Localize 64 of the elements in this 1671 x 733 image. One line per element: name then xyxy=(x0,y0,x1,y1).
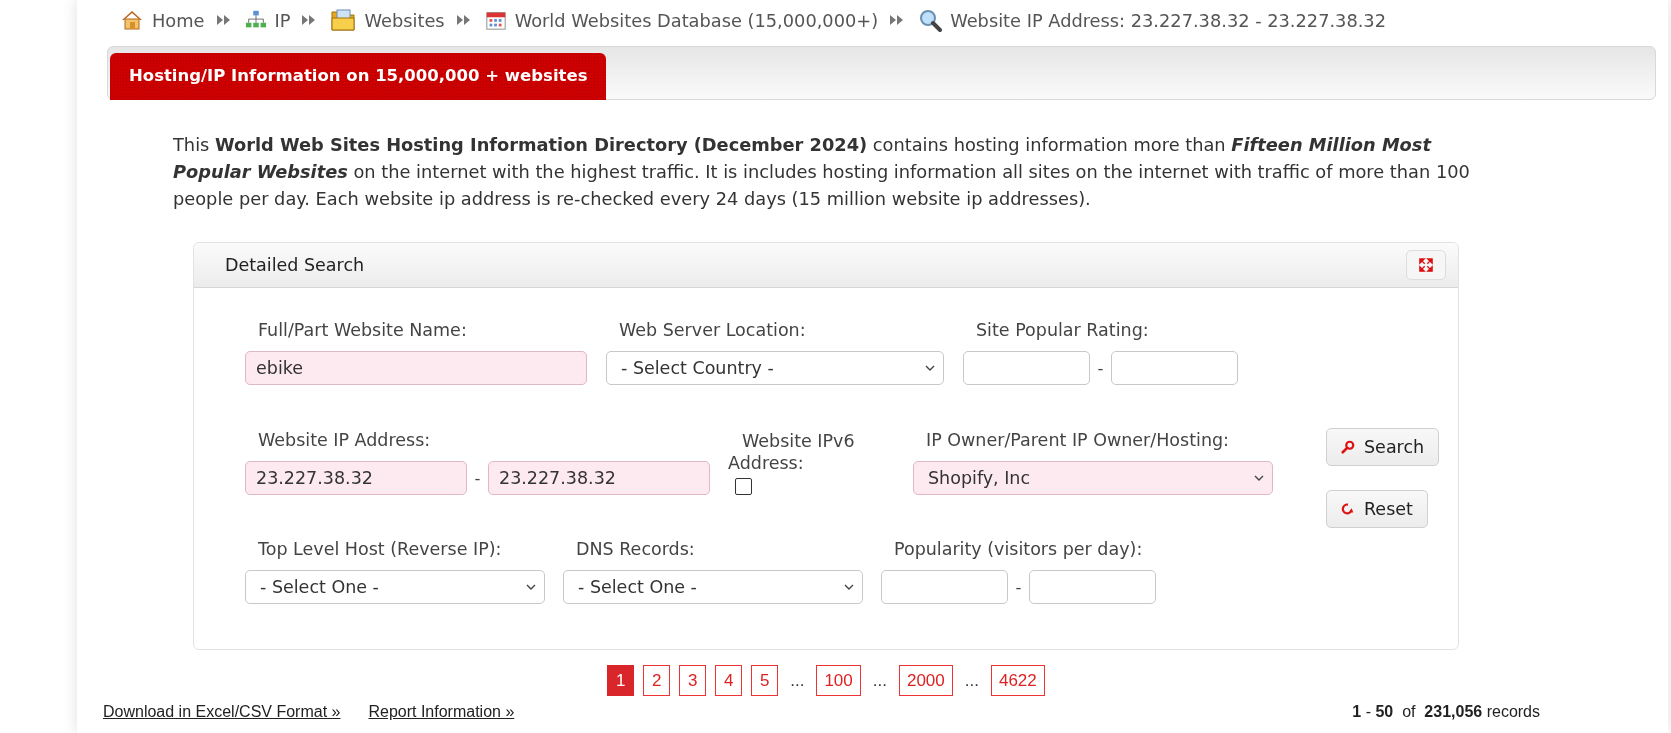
range-to-field[interactable]: 23.227.38.32 xyxy=(488,461,710,495)
record-count: 1 - 50 of 231,056 records xyxy=(1352,703,1540,721)
chevron-icon xyxy=(844,584,854,590)
page-link[interactable]: 100 xyxy=(816,665,861,696)
expand-button[interactable] xyxy=(1406,250,1446,280)
page-link[interactable]: 2 xyxy=(643,665,671,696)
range-from-field[interactable] xyxy=(881,570,1008,604)
dropdown[interactable]: Shopify, Inc xyxy=(913,461,1273,495)
field-label: Web Server Location: xyxy=(618,319,807,341)
page-link[interactable]: 1 xyxy=(607,665,635,696)
dropdown[interactable]: - Select One - xyxy=(245,570,545,604)
ellipsis: ... xyxy=(789,670,806,691)
page-link[interactable]: 4622 xyxy=(990,665,1045,696)
ellipsis: ... xyxy=(963,670,980,691)
range-to-field[interactable] xyxy=(1029,570,1156,604)
expand-icon xyxy=(1419,258,1433,272)
field-label: IP Owner/Parent IP Owner/Hosting: xyxy=(925,429,1230,451)
header-tab[interactable]: Hosting/IP Information on 15,000,000 + websites xyxy=(110,53,607,100)
range-to-field[interactable] xyxy=(1111,351,1238,385)
house-icon xyxy=(120,8,144,32)
ellipsis: ... xyxy=(871,670,888,691)
field-label: Site Popular Rating: xyxy=(975,319,1150,341)
search-icon xyxy=(1341,440,1355,454)
folder-icon xyxy=(330,7,357,33)
checkbox[interactable] xyxy=(735,478,752,495)
text-field[interactable]: ebike xyxy=(245,351,587,385)
double-arrow-icon xyxy=(890,15,905,25)
page-link[interactable]: 4 xyxy=(715,665,743,696)
refresh-icon xyxy=(1341,502,1355,516)
breadcrumb-link[interactable]: World Websites Database (15,000,000+) xyxy=(514,9,879,31)
dropdown[interactable]: - Select Country - xyxy=(606,351,944,385)
range-from-field[interactable] xyxy=(963,351,1090,385)
field-label: Full/Part Website Name: xyxy=(257,319,468,341)
range-separator: - xyxy=(1096,358,1105,378)
breadcrumb-link[interactable]: IP xyxy=(274,9,291,31)
page-link[interactable]: 5 xyxy=(751,665,779,696)
page-link[interactable]: 3 xyxy=(679,665,707,696)
breadcrumb-link[interactable]: Home xyxy=(152,9,205,31)
calendar-icon xyxy=(484,9,507,31)
double-arrow-icon xyxy=(302,15,317,25)
breadcrumb-link[interactable]: Websites xyxy=(364,9,445,31)
range-separator: - xyxy=(1014,577,1023,597)
range-separator: - xyxy=(473,468,482,488)
breadcrumb-current: Website IP Address: 23.227.38.32 - 23.227.38.32 xyxy=(950,9,1386,31)
double-arrow-icon xyxy=(456,15,471,25)
footer-link[interactable]: Report Information » xyxy=(368,703,515,721)
chevron-icon xyxy=(526,584,536,590)
double-arrow-icon xyxy=(216,15,231,25)
field-label: Website IPv6 Address: xyxy=(728,430,856,474)
field-label: Website IP Address: xyxy=(257,429,432,451)
chevron-icon xyxy=(1254,475,1264,481)
field-label: DNS Records: xyxy=(575,538,696,560)
field-label: Top Level Host (Reverse IP): xyxy=(257,538,503,560)
dropdown[interactable]: - Select One - xyxy=(563,570,863,604)
reset-button[interactable]: Reset xyxy=(1326,490,1428,528)
search-icon xyxy=(918,8,943,32)
chevron-icon xyxy=(925,365,935,371)
page-link[interactable]: 2000 xyxy=(898,665,953,696)
intro-paragraph: This World Web Sites Hosting Information Directory (December 2024) contains hosting information more than Fifteen Million Most Popular Websites on the internet with the highest traffic. It is includes hosting information all sites on the internet with traffic of more than 100 people per day. Each website ip address is re-checked every 24 days (15 million website ip addresses). xyxy=(173,133,1471,211)
panel-title: Detailed Search xyxy=(225,255,365,275)
footer-link[interactable]: Download in Excel/CSV Format » xyxy=(103,703,341,721)
range-from-field[interactable]: 23.227.38.32 xyxy=(245,461,467,495)
search-button[interactable]: Search xyxy=(1326,428,1440,466)
field-label: Popularity (visitors per day): xyxy=(893,538,1144,560)
